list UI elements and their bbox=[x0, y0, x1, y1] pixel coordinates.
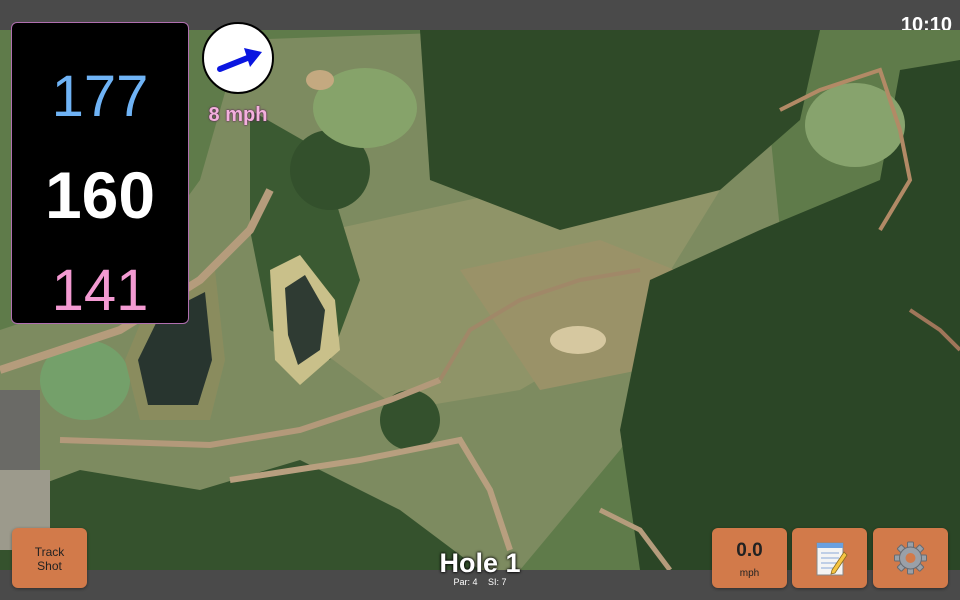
speed-button[interactable]: 0.0 mph bbox=[712, 528, 787, 588]
wind-direction-arrow-icon bbox=[217, 48, 262, 72]
speed-value: 0.0 bbox=[736, 540, 763, 561]
track-shot-label-line1: Track bbox=[34, 545, 65, 559]
speed-unit: mph bbox=[739, 568, 760, 579]
back-distance: 177 bbox=[51, 64, 149, 129]
hole-info: Par: 4 SI: 7 bbox=[380, 577, 580, 587]
track-shot-label-line2: Shot bbox=[37, 559, 62, 573]
track-shot-button[interactable]: Track Shot bbox=[12, 528, 87, 588]
distance-panel: 177 160 141 bbox=[11, 22, 189, 324]
wind-indicator[interactable] bbox=[202, 22, 274, 94]
notepad-icon bbox=[816, 542, 848, 576]
wind-speed: 8 mph bbox=[208, 104, 268, 126]
middle-distance: 160 bbox=[44, 158, 156, 232]
hole-stroke-index: SI: 7 bbox=[488, 577, 507, 587]
hole-title: Hole 1 bbox=[439, 548, 521, 578]
notes-button[interactable] bbox=[792, 528, 867, 588]
gear-icon bbox=[894, 541, 927, 575]
hole-par: Par: 4 bbox=[453, 577, 478, 587]
front-distance: 141 bbox=[51, 258, 149, 323]
settings-button[interactable] bbox=[873, 528, 948, 588]
